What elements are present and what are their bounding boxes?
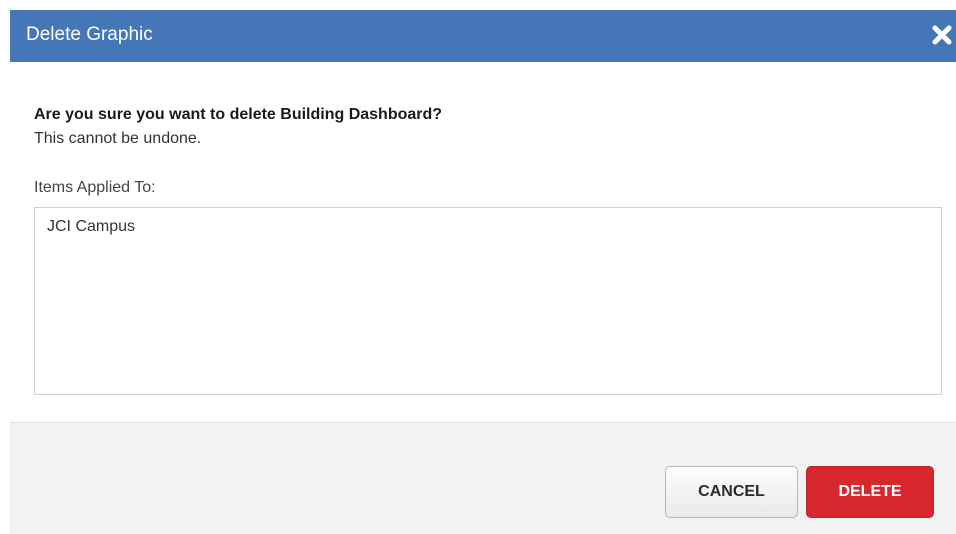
dialog-title: Delete Graphic bbox=[26, 24, 153, 45]
warning-text: This cannot be undone. bbox=[34, 130, 202, 147]
list-item: JCI Campus bbox=[47, 218, 136, 235]
close-icon[interactable] bbox=[928, 21, 956, 49]
delete-button[interactable]: DELETE bbox=[806, 466, 934, 518]
dialog-footer: CANCEL DELETE bbox=[10, 422, 956, 534]
confirm-question: Are you sure you want to delete Building… bbox=[34, 106, 443, 123]
items-applied-label: Items Applied To: bbox=[34, 179, 156, 196]
items-applied-list[interactable]: JCI Campus bbox=[34, 207, 942, 395]
dialog-titlebar: Delete Graphic bbox=[10, 10, 956, 62]
dialog-body: Are you sure you want to delete Building… bbox=[10, 62, 956, 422]
delete-graphic-dialog: Delete Graphic Are you sure you want to … bbox=[10, 10, 956, 534]
cancel-button[interactable]: CANCEL bbox=[665, 466, 798, 518]
